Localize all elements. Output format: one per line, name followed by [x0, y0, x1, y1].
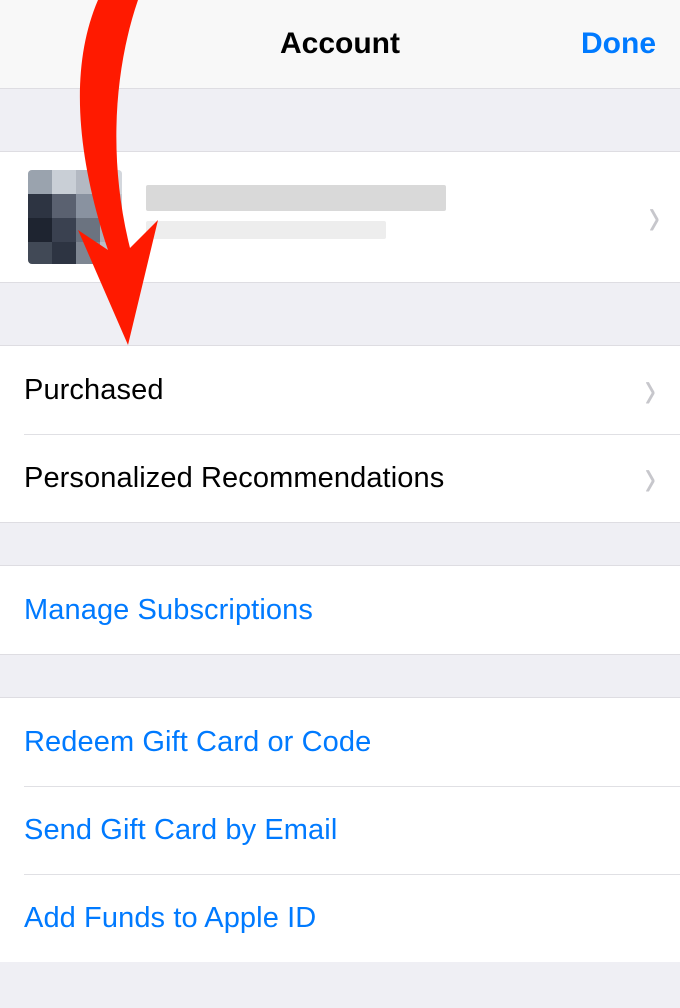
row-label: Purchased: [24, 374, 637, 407]
row-purchased[interactable]: Purchased ›: [0, 346, 680, 434]
header-bar: Account Done: [0, 0, 680, 88]
list-section-subscriptions: Manage Subscriptions: [0, 566, 680, 654]
list-section-general: Purchased › Personalized Recommendations…: [0, 346, 680, 522]
row-label: Personalized Recommendations: [24, 462, 637, 495]
avatar: [28, 170, 122, 264]
done-button[interactable]: Done: [581, 27, 656, 61]
section-gap: [0, 88, 680, 152]
chevron-right-icon: ›: [649, 186, 660, 248]
row-redeem-gift-card[interactable]: Redeem Gift Card or Code: [0, 698, 680, 786]
row-label: Redeem Gift Card or Code: [24, 726, 656, 759]
page-title: Account: [280, 27, 400, 61]
list-section-gift: Redeem Gift Card or Code Send Gift Card …: [0, 698, 680, 962]
row-label: Send Gift Card by Email: [24, 814, 656, 847]
section-gap: [0, 522, 680, 566]
chevron-right-icon: ›: [645, 447, 656, 509]
section-gap: [0, 282, 680, 346]
row-label: Manage Subscriptions: [24, 594, 656, 627]
chevron-right-icon: ›: [645, 359, 656, 421]
row-personalized-recommendations[interactable]: Personalized Recommendations ›: [0, 434, 680, 522]
row-label: Add Funds to Apple ID: [24, 902, 656, 935]
row-add-funds[interactable]: Add Funds to Apple ID: [0, 874, 680, 962]
row-manage-subscriptions[interactable]: Manage Subscriptions: [0, 566, 680, 654]
profile-row[interactable]: ›: [0, 152, 680, 282]
profile-name-redacted: [146, 185, 641, 249]
section-gap: [0, 654, 680, 698]
row-send-gift-card[interactable]: Send Gift Card by Email: [0, 786, 680, 874]
